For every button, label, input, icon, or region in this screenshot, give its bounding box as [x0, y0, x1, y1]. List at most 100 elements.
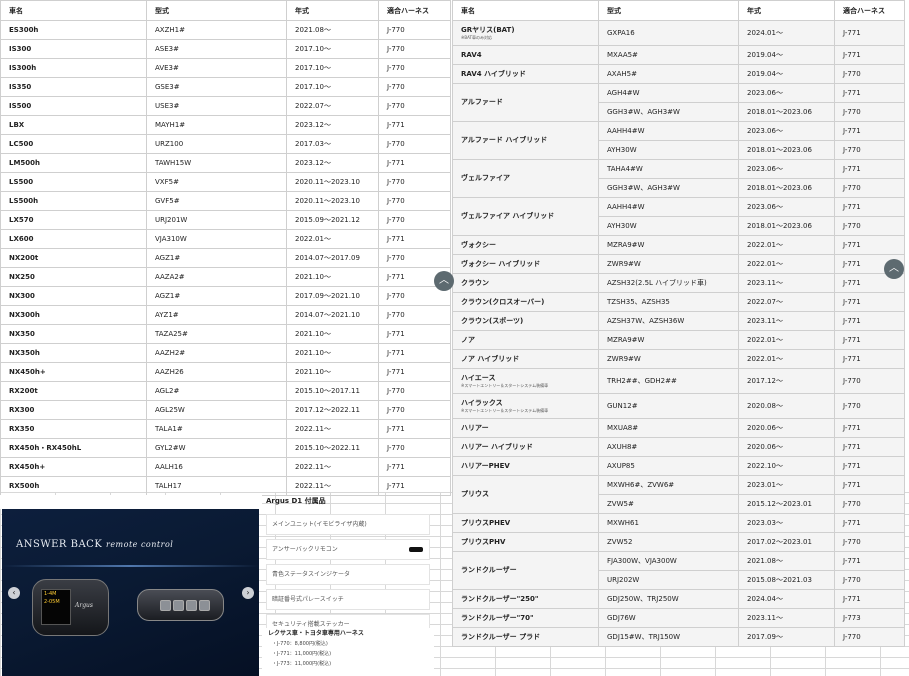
- cell-name: IS350: [0, 77, 147, 97]
- cell-harness: J-771: [378, 457, 451, 477]
- cell-harness: J-771: [834, 235, 905, 255]
- cell-name: ランドクルーザー プラド: [452, 627, 599, 647]
- toyota-compatibility-table: 車名 型式 年式 適合ハーネス GRヤリス(BAT) ※BAT車のみ対応 GXPA1…: [452, 0, 905, 647]
- banner-title: ANSWER BACK remote control: [16, 539, 173, 550]
- cell-model: MZRA9#W: [598, 330, 739, 350]
- cell-name: ランドクルーザー"70": [452, 608, 599, 628]
- table-row: IS350 GSE3# 2017.10～ J-770: [0, 77, 451, 97]
- table-row: RX350 TALA1# 2022.11～ J-771: [0, 419, 451, 439]
- banner-glow-line: [2, 565, 259, 567]
- cell-model: MXAA5#: [598, 45, 739, 65]
- cell-year: 2022.10～: [738, 456, 835, 476]
- cell-model: AAHH4#W: [598, 197, 739, 217]
- table-row: クラウン(クロスオーバー) TZSH35、AZSH35 2022.07～ J-771: [452, 292, 905, 312]
- cell-model: TALA1#: [146, 419, 287, 439]
- cell-harness: J-770: [378, 191, 451, 211]
- car-name: プリウスPHEV: [461, 518, 511, 527]
- cell-harness: J-770: [834, 494, 905, 514]
- car-name: ヴォクシー ハイブリッド: [461, 259, 541, 268]
- cell-model: VXF5#: [146, 172, 287, 192]
- product-banner: ANSWER BACK remote control 1-4M 2-05M Ar…: [2, 509, 259, 676]
- cell-model: MAYH1#: [146, 115, 287, 135]
- cell-model: USE3#: [146, 96, 287, 116]
- cell-harness: J-770: [378, 134, 451, 154]
- scroll-top-button-right[interactable]: ︿: [884, 259, 904, 279]
- cell-year: 2022.01～: [738, 349, 835, 369]
- cell-harness: J-771: [834, 513, 905, 533]
- remote-icon: [409, 547, 423, 552]
- cell-model: GVF5#: [146, 191, 287, 211]
- cell-harness: J-770: [834, 570, 905, 590]
- table-row: GRヤリス(BAT) ※BAT車のみ対応 GXPA16 2024.01～ J-771: [452, 20, 905, 46]
- accessory-item[interactable]: メインユニット(イモビライザ内蔵): [266, 514, 430, 535]
- table-row: NX350h AAZH2# 2021.10～ J-771: [0, 343, 451, 363]
- remote-brand-label: Argus: [75, 602, 93, 609]
- cell-name: ノア: [452, 330, 599, 350]
- remote-button: [186, 600, 197, 611]
- cell-name: LX600: [0, 229, 147, 249]
- cell-model: AGL2#: [146, 381, 287, 401]
- cell-harness: J-770: [378, 438, 451, 458]
- cell-year: 2024.04～: [738, 589, 835, 609]
- cell-harness: J-771: [834, 330, 905, 350]
- scroll-top-button-left[interactable]: ︿: [434, 271, 454, 291]
- cell-year: 2022.01～: [738, 330, 835, 350]
- cell-name: NX200t: [0, 248, 147, 268]
- cell-year: 2020.08～: [738, 393, 835, 419]
- table-header-row: 車名 型式 年式 適合ハーネス: [452, 0, 905, 21]
- cell-name: RX500h: [0, 476, 147, 496]
- table-row: LS500 VXF5# 2020.11～2023.10 J-770: [0, 172, 451, 192]
- table-row: ランドクルーザー FJA300W、VJA300W 2021.08～ J-771: [452, 551, 905, 590]
- cell-name: NX300h: [0, 305, 147, 325]
- cell-harness: J-773: [834, 608, 905, 628]
- table-row: RAV4 ハイブリッド AXAH5# 2019.04～ J-770: [452, 64, 905, 84]
- table-row: プリウスPHV ZVW52 2017.02～2023.01 J-770: [452, 532, 905, 552]
- cell-harness: J-771: [834, 159, 905, 179]
- cell-year: 2015.09～2021.12: [286, 210, 379, 230]
- cell-year: 2017.10～: [286, 77, 379, 97]
- cell-year: 2021.08～: [738, 551, 835, 571]
- table-row: ランドクルーザー"70" GDJ76W 2023.11～ J-773: [452, 608, 905, 628]
- cell-name: NX250: [0, 267, 147, 287]
- cell-harness: J-771: [378, 419, 451, 439]
- table-row: アルファード AGH4#W 2023.06～ J-771: [452, 83, 905, 122]
- accessory-item[interactable]: アンサーバックリモコン: [266, 539, 430, 560]
- carousel-prev-arrow[interactable]: ‹: [8, 587, 20, 599]
- table-row: NX350 TAZA25# 2021.10～ J-771: [0, 324, 451, 344]
- accessory-item[interactable]: 青色ステータスインジケータ: [266, 564, 430, 585]
- cell-model: AGL25W: [146, 400, 287, 420]
- cell-year: 2017.10～: [286, 58, 379, 78]
- car-name: ランドクルーザー: [461, 566, 517, 574]
- cell-harness: J-771: [834, 197, 905, 217]
- cell-harness: J-770: [834, 102, 905, 122]
- cell-name: ヴォクシー ハイブリッド: [452, 254, 599, 274]
- cell-name: GRヤリス(BAT) ※BAT車のみ対応: [452, 20, 599, 46]
- banner-subtitle: remote control: [106, 540, 174, 549]
- car-name: RAV4: [461, 50, 482, 59]
- cell-name: RX450h+: [0, 457, 147, 477]
- cell-year: 2015.08～2021.03: [738, 570, 835, 590]
- car-name: ノア: [461, 335, 475, 344]
- cell-name: ES300h: [0, 20, 147, 40]
- cell-year: 2017.09～: [738, 627, 835, 647]
- accessory-item[interactable]: 暗証番号式パレースイッチ: [266, 589, 430, 610]
- table-row: ハリアー MXUA8# 2020.06～ J-771: [452, 418, 905, 438]
- car-name: アルファード: [461, 98, 503, 106]
- cell-model: AYH30W: [598, 140, 739, 160]
- chevron-up-icon: ︿: [439, 275, 449, 286]
- cell-model: GDJ15#W、TRJ150W: [598, 627, 739, 647]
- chevron-up-icon: ︿: [889, 263, 899, 274]
- car-name: ノア ハイブリッド: [461, 354, 520, 363]
- cell-year: 2017.09～2021.10: [286, 286, 379, 306]
- cell-harness: J-771: [378, 324, 451, 344]
- table-row: ヴォクシー ハイブリッド ZWR9#W 2022.01～ J-771: [452, 254, 905, 274]
- cell-harness: J-770: [834, 178, 905, 198]
- carousel-next-arrow[interactable]: ›: [242, 587, 254, 599]
- cell-model: GDJ250W、TRJ250W: [598, 589, 739, 609]
- cell-year: 2020.11～2023.10: [286, 191, 379, 211]
- cell-harness: J-770: [834, 64, 905, 84]
- harness-price-line: ・J-770：8,800円(税込): [272, 641, 328, 647]
- cell-harness: J-771: [834, 83, 905, 103]
- table-row: NX300h AYZ1# 2014.07～2021.10 J-770: [0, 305, 451, 325]
- header-model: 型式: [598, 0, 739, 21]
